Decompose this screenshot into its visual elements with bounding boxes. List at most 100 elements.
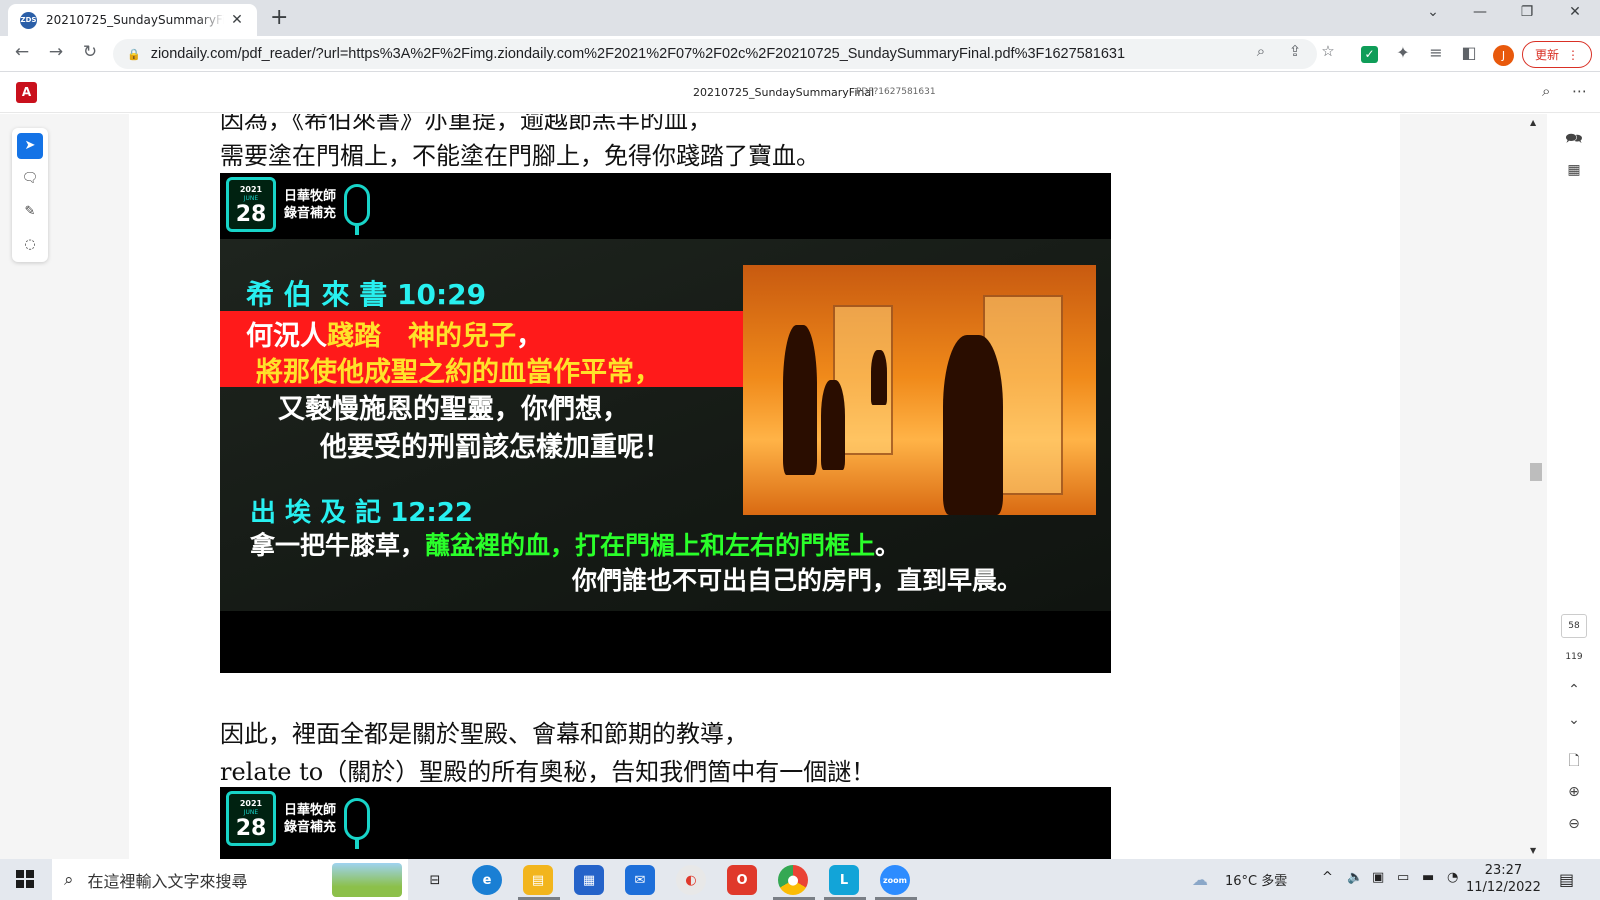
exodus-line-2: 你們誰也不可出自己的房門，直到早晨。 [572,566,1023,595]
extension-check-icon[interactable]: ✓ [1361,46,1378,63]
zoom-in-icon[interactable]: ⊕ [1565,784,1583,800]
verse-text: ， [516,321,543,352]
reading-list-icon[interactable]: ≡ [1425,43,1447,62]
previous-page-chevron-up-icon[interactable]: ⌃ [1565,682,1583,698]
slide-logo: 2021 JUNE 28 日華牧師 錄音補充 [226,177,371,235]
back-arrow-icon[interactable]: ← [10,42,34,62]
clock-date: 11/12/2022 [1466,880,1541,895]
logo-text: 日華牧師 錄音補充 [284,188,336,222]
tab-close-icon[interactable]: ✕ [228,12,246,28]
volume-icon[interactable]: 🔈 [1347,870,1363,885]
microphone-icon [344,183,371,235]
tray-chevron-up-icon[interactable]: ^ [1322,870,1333,885]
acrobat-logo-icon: A [16,82,37,103]
line-app-icon[interactable]: L [829,865,859,895]
site-favicon-icon: ZDS [20,11,37,29]
battery-icon[interactable]: ▬ [1422,870,1434,885]
verse-text: 何況人 [246,321,327,352]
lock-icon[interactable]: 🔒 [127,48,141,61]
office-icon[interactable]: O [727,865,757,895]
comments-icon[interactable]: 🗪 [1565,128,1583,152]
logo-month: JUNE [243,195,259,202]
scene-figure [821,380,845,470]
bookmark-star-icon[interactable]: ☆ [1318,42,1338,60]
kebab-menu-icon: ⋮ [1567,47,1579,62]
current-page-number[interactable]: 58 [1561,614,1587,638]
draw-pen-icon[interactable]: ✎ [17,199,43,225]
new-tab-button[interactable]: + [270,7,288,29]
slide-body: 希 伯 來 書 10:29 何況人踐踏 神的兒子， 將那使他成聖之約的血當作平常… [220,239,1111,611]
microphone-icon [344,797,371,849]
scroll-down-arrow-icon[interactable]: ▼ [1530,846,1536,855]
thumbnails-grid-icon[interactable]: ▦ [1565,162,1583,178]
calendar-icon: 2021 JUNE 28 [226,177,276,232]
right-tool-rail: 🗪 ▦ 58 119 ⌃ ⌄ 🗋 ⊕ ⊖ [1547,114,1600,859]
screen-icon[interactable]: ▭ [1397,870,1409,885]
sermon-slide: 2021 JUNE 28 日華牧師 錄音補充 [220,173,1111,673]
scene-figure [783,325,817,475]
task-view-icon[interactable]: ⊟ [420,865,450,895]
zoom-out-icon[interactable]: ⊖ [1565,816,1583,832]
mail-icon[interactable]: ✉ [625,865,655,895]
window-close-icon[interactable]: ✕ [1560,4,1590,20]
url-text[interactable]: ziondaily.com/pdf_reader/?url=https%3A%2… [151,46,1125,62]
chrome-icon[interactable]: ● [778,865,808,895]
update-button[interactable]: 更新 ⋮ [1522,41,1592,68]
vertical-scrollbar[interactable]: ▲ ▼ [1528,114,1542,859]
search-icon: ⌕ [64,869,74,890]
weather-text[interactable]: 16°C 多雲 [1225,870,1287,889]
weather-cloud-icon[interactable]: ☁ [1192,870,1208,889]
passover-illustration [743,265,1096,515]
restore-icon[interactable]: ❐ [1512,4,1542,20]
paragraph-line: 需要塗在門楣上，不能塗在門腳上，免得你踐踏了寶血。 [220,142,820,170]
zoom-app-icon[interactable]: zoom [880,865,910,895]
select-cursor-icon[interactable]: ➤ [17,133,43,159]
minimize-icon[interactable]: — [1465,4,1495,20]
extensions-puzzle-icon[interactable]: ✦ [1392,43,1414,62]
share-icon[interactable]: ⇪ [1285,42,1305,60]
exodus-reference: 出 埃 及 記 12:22 [250,498,473,528]
taskbar-search-box[interactable]: ⌕ 在這裡輸入文字來搜尋 [52,859,408,900]
profile-avatar[interactable]: J [1493,45,1514,66]
windows-start-icon[interactable] [16,870,34,888]
side-panel-icon[interactable]: ◧ [1458,43,1480,62]
reload-icon[interactable]: ↻ [78,42,102,62]
forward-arrow-icon[interactable]: → [44,42,68,62]
wifi-icon[interactable]: ◔ [1447,870,1458,885]
document-subtitle: PDF?1627581631 [856,87,936,97]
zoom-icon[interactable]: ⌕ [1251,42,1271,60]
notification-icon[interactable]: ▤ [1559,870,1574,889]
logo-year: 2021 [239,799,263,808]
logo-year: 2021 [239,185,263,194]
scroll-thumb[interactable] [1530,463,1542,481]
verse-emphasis: 踐踏 神的兒子 [327,321,516,352]
verse-emphasis: 蘸盆裡的血，打在門楣上和左右的門框上 [425,531,876,560]
clock-time: 23:27 [1484,863,1523,878]
scene-figure [943,335,1003,515]
exodus-line-1: 拿一把牛膝草，蘸盆裡的血，打在門楣上和左右的門框上。 [250,526,900,562]
scroll-up-arrow-icon[interactable]: ▲ [1530,118,1536,127]
search-highlight-icon [332,863,402,897]
add-comment-icon[interactable]: 🗨 [17,166,43,192]
tab-search-chevron-down-icon[interactable]: ⌄ [1418,4,1448,20]
total-pages: 119 [1565,652,1583,662]
logo-line: 日華牧師 [284,188,337,204]
lasso-icon[interactable]: ◌ [17,232,43,258]
photos-app-icon[interactable]: ◐ [676,865,706,895]
more-options-icon[interactable]: ⋯ [1572,82,1587,100]
paragraph-line: 因為，《希伯來書》亦重提，逾越節羔羊的血， [220,114,712,134]
page-info-icon[interactable]: 🗋 [1565,750,1583,774]
windows-taskbar: ⌕ 在這裡輸入文字來搜尋 ⊟ e ▤ ▦ ✉ ◐ O ● L zoom ☁ 16… [0,859,1600,900]
system-clock[interactable]: 23:27 11/12/2022 [1466,862,1541,896]
next-page-chevron-down-icon[interactable]: ⌄ [1565,712,1583,728]
edge-browser-icon[interactable]: e [472,865,502,895]
microsoft-store-icon[interactable]: ▦ [574,865,604,895]
meet-now-icon[interactable]: ▣ [1372,870,1384,885]
sermon-slide: 2021 JUNE 28 日華牧師 錄音補充 [220,787,1111,859]
search-icon[interactable]: ⌕ [1542,82,1550,100]
address-bar[interactable]: 🔒 ziondaily.com/pdf_reader/?url=https%3A… [113,39,1317,69]
browser-tab[interactable]: ZDS 20210725_SundaySummaryFinal.pdf ✕ [8,4,257,36]
verse-text: 拿一把牛膝草， [250,531,426,560]
file-explorer-icon[interactable]: ▤ [523,865,553,895]
pdf-viewport[interactable]: ➤ 🗨 ✎ ◌ 因為，《希伯來書》亦重提，逾越節羔羊的血， 需要塗在門楣上，不能… [0,114,1600,859]
